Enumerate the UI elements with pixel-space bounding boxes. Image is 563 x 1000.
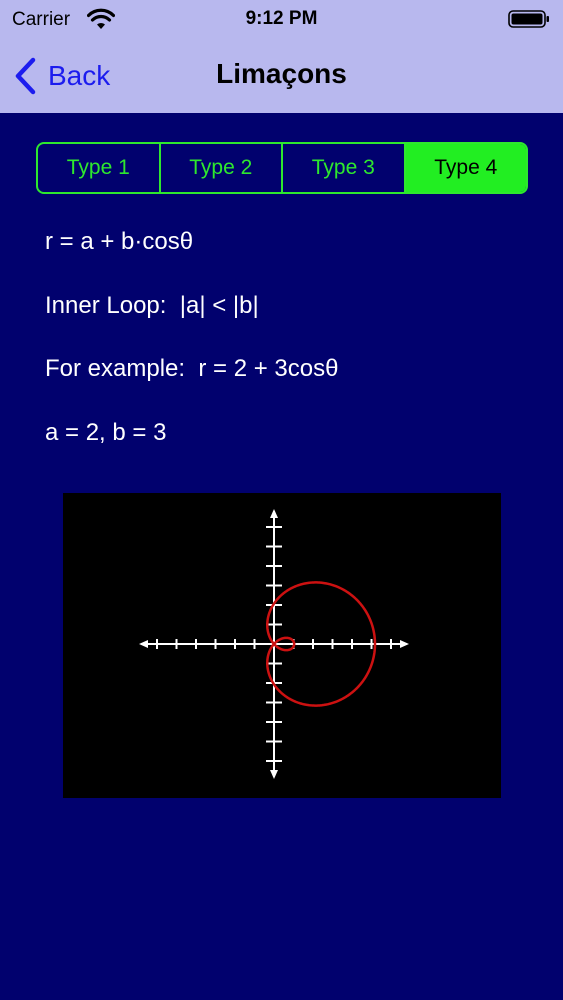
example-text: For example: r = 2 + 3cosθ bbox=[45, 355, 339, 382]
params-text: a = 2, b = 3 bbox=[45, 419, 167, 446]
segment-type-2[interactable]: Type 2 bbox=[161, 144, 283, 192]
type-segmented-control: Type 1 Type 2 Type 3 Type 4 bbox=[36, 142, 528, 194]
y-axis-arrow-down bbox=[270, 770, 278, 779]
status-time: 9:12 PM bbox=[245, 8, 318, 29]
battery-icon bbox=[508, 10, 549, 28]
segment-type-1[interactable]: Type 1 bbox=[38, 144, 161, 192]
limacon-graph bbox=[63, 493, 501, 798]
page-title: Limaçons bbox=[216, 58, 347, 89]
y-axis-arrow-up bbox=[270, 509, 278, 518]
x-axis-arrow-right bbox=[400, 640, 409, 648]
navigation-bar: Back Limaçons bbox=[0, 40, 563, 113]
status-bar: Carrier 9:12 PM bbox=[0, 0, 563, 40]
condition-text: Inner Loop: |a| < |b| bbox=[45, 292, 259, 319]
formula-text: r = a + b·cosθ bbox=[45, 228, 194, 255]
segment-type-4[interactable]: Type 4 bbox=[405, 144, 526, 192]
x-axis-arrow-left bbox=[139, 640, 148, 648]
header: Carrier 9:12 PM Back Limaçons bbox=[0, 0, 563, 113]
segment-type-3[interactable]: Type 3 bbox=[283, 144, 406, 192]
